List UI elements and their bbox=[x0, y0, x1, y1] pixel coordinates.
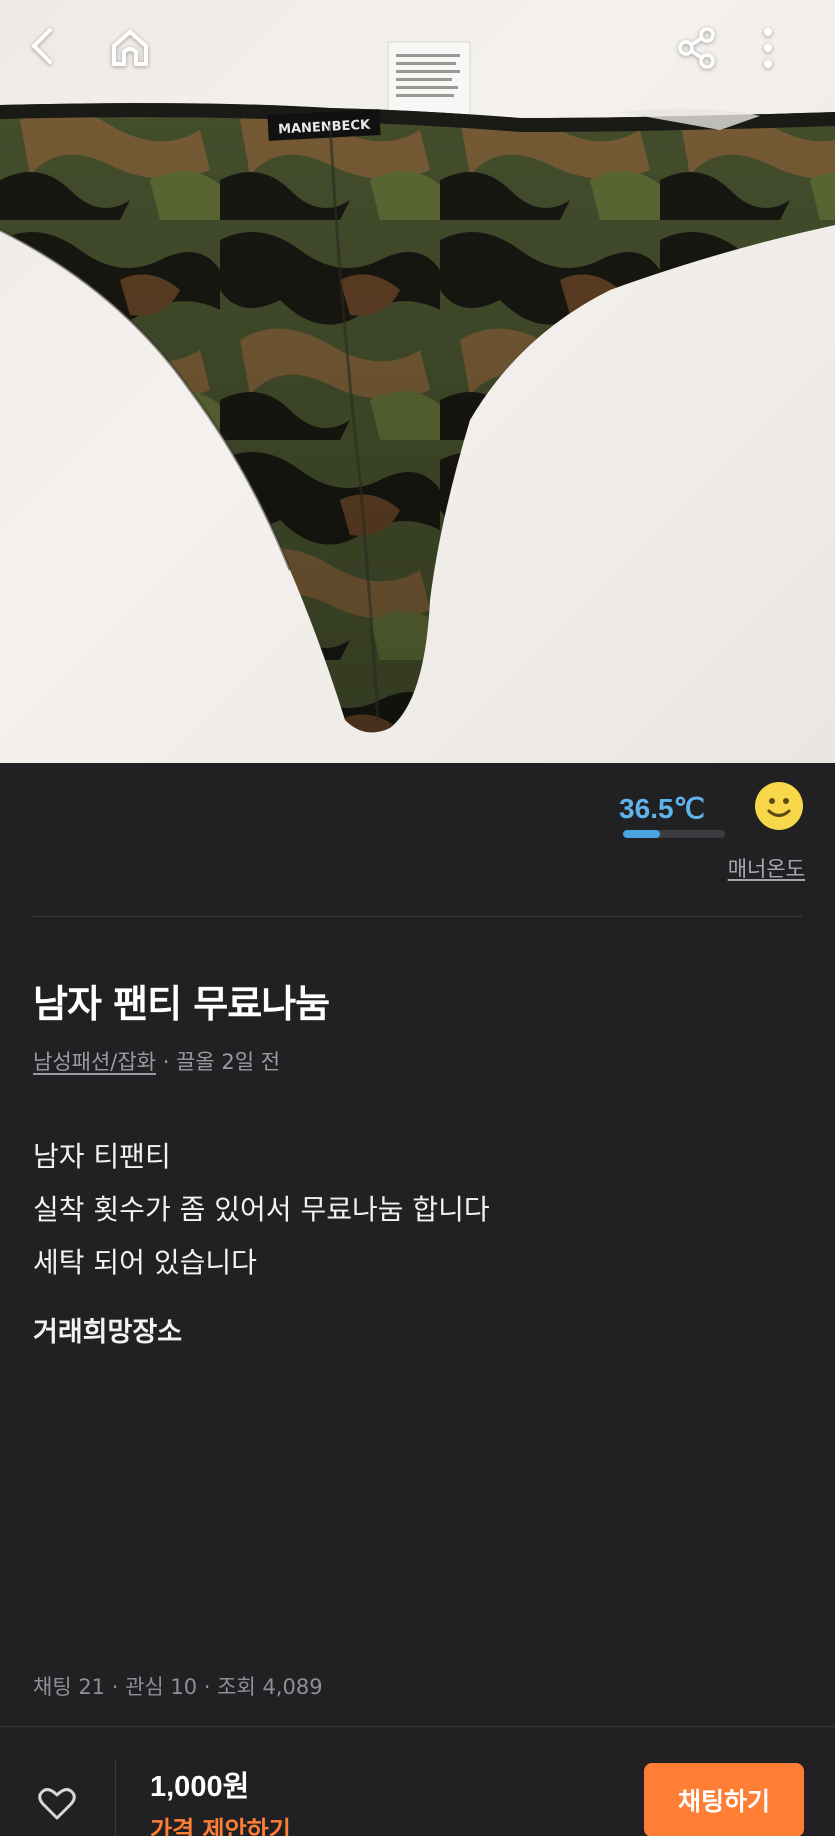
home-button[interactable] bbox=[108, 26, 168, 86]
product-photo-graphic: MANENBECK bbox=[0, 41, 835, 733]
product-meta: 남성패션/잡화 · 끌올 2일 전 bbox=[33, 1046, 280, 1076]
more-button[interactable] bbox=[762, 26, 822, 86]
price: 1,000원 bbox=[150, 1771, 250, 1803]
divider bbox=[33, 916, 802, 917]
trade-place-label[interactable]: 거래희망장소 bbox=[33, 1310, 182, 1349]
description-line: 남자 티팬티 bbox=[33, 1140, 171, 1173]
product-title: 남자 팬티 무료나눔 bbox=[33, 982, 330, 1026]
product-stats: 채팅 21 · 관심 10 · 조회 4,089 bbox=[33, 1675, 323, 1699]
smile-face-icon bbox=[755, 782, 803, 830]
bumped-time: 끌올 2일 전 bbox=[176, 1050, 281, 1074]
manner-temperature-link[interactable]: 매너온도 bbox=[728, 853, 805, 883]
product-description: 남자 티팬티 실착 횟수가 좀 있어서 무료나눔 합니다 세탁 되어 있습니다 bbox=[33, 1130, 490, 1289]
share-icon bbox=[678, 27, 715, 69]
manner-temperature: 36.5℃ 매너온도 bbox=[615, 780, 805, 890]
back-arrow-icon bbox=[32, 28, 52, 64]
product-image[interactable]: MANENBECK bbox=[0, 0, 835, 763]
like-button[interactable] bbox=[32, 1779, 82, 1829]
temperature-bar bbox=[623, 830, 725, 838]
description-line: 세탁 되어 있습니다 bbox=[33, 1246, 257, 1279]
bottom-action-bar: 1,000원 가격 제안하기 채팅하기 bbox=[0, 1726, 835, 1836]
share-button[interactable] bbox=[675, 26, 735, 86]
temperature-value: 36.5℃ bbox=[619, 793, 705, 824]
price-offer-link[interactable]: 가격 제안하기 bbox=[150, 1810, 291, 1836]
meta-separator: · bbox=[162, 1050, 177, 1074]
home-icon bbox=[112, 30, 148, 66]
back-button[interactable] bbox=[28, 26, 88, 86]
chat-button[interactable]: 채팅하기 bbox=[644, 1763, 804, 1836]
heart-icon bbox=[38, 1788, 76, 1820]
category-link[interactable]: 남성패션/잡화 bbox=[33, 1050, 156, 1074]
more-vertical-icon bbox=[764, 28, 772, 68]
description-line: 실착 횟수가 좀 있어서 무료나눔 합니다 bbox=[33, 1193, 490, 1226]
temperature-bar-fill bbox=[623, 830, 661, 838]
bottom-divider bbox=[115, 1759, 116, 1836]
